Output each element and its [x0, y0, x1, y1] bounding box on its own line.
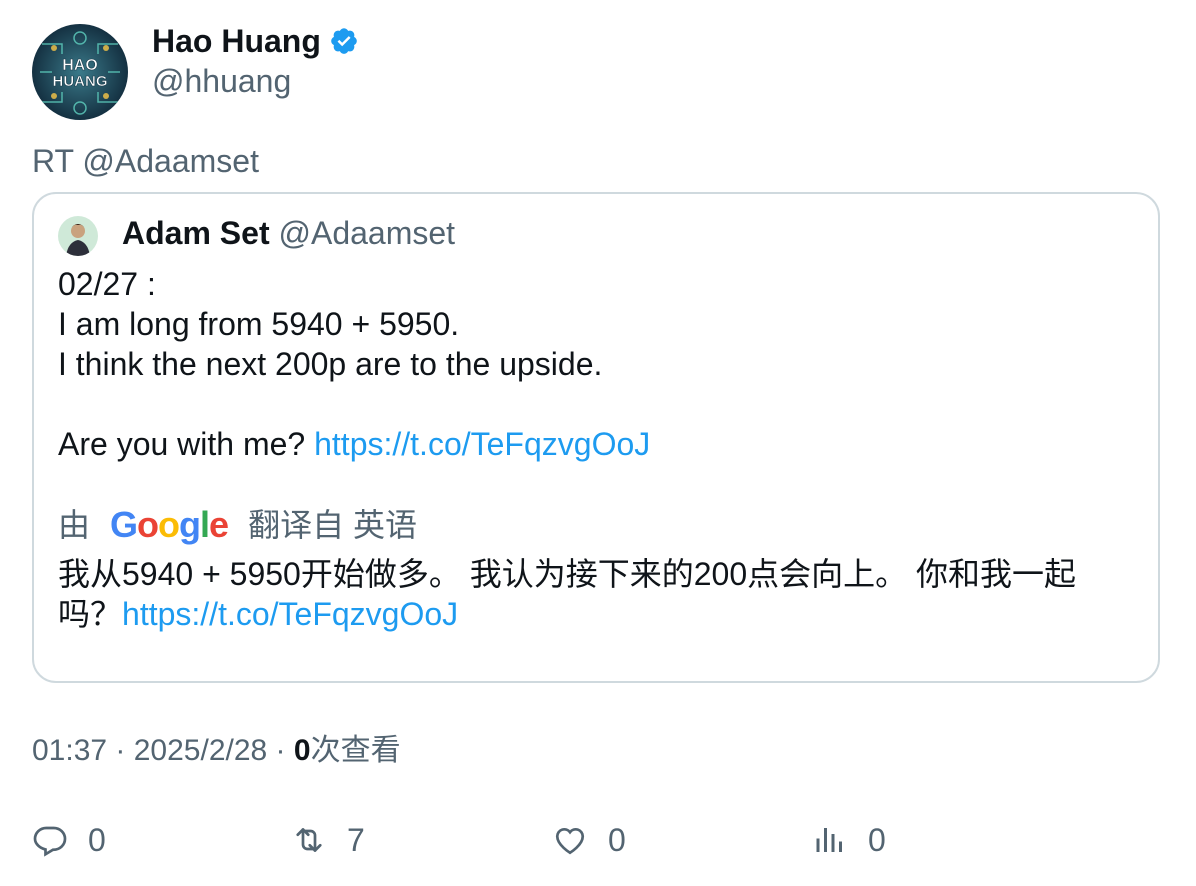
- reply-icon: [33, 826, 67, 857]
- quoted-text-last-line: Are you with me? https://t.co/TeFqzvgOoJ: [58, 424, 650, 464]
- quoted-author-avatar[interactable]: [58, 216, 98, 256]
- google-logo: Google: [110, 504, 229, 545]
- views-button[interactable]: 0: [812, 820, 886, 860]
- author-handle[interactable]: @hhuang: [152, 62, 291, 100]
- analytics-icon: [816, 828, 842, 852]
- avatar-text-line2: HUANG: [53, 73, 108, 90]
- meta-separator: ·: [107, 734, 134, 767]
- heart-icon: [555, 827, 585, 855]
- quoted-text-line: I am long from 5940 + 5950.: [58, 306, 460, 342]
- author-avatar[interactable]: HAO HUANG: [32, 24, 128, 120]
- verified-badge-icon: [331, 28, 357, 54]
- like-count: 0: [608, 821, 626, 858]
- translation-attribution: 由 Google 翻译自 英语: [58, 505, 417, 545]
- quoted-tweet-text: 02/27 : I am long from 5940 + 5950. I th…: [58, 264, 650, 464]
- views-count: 0: [293, 734, 311, 767]
- translated-line-2: 吗？https://t.co/TeFqzvgOoJ: [58, 594, 1076, 634]
- retweet-label: RT @Adaamset: [32, 143, 259, 179]
- retweet-count: 7: [347, 821, 365, 858]
- quoted-author-row[interactable]: Adam Set @Adaamset: [122, 214, 455, 252]
- views-label: 次查看: [310, 734, 401, 767]
- quoted-text-line: [58, 384, 650, 424]
- like-button[interactable]: 0: [552, 820, 626, 860]
- translated-line-2-prefix: 吗？: [58, 596, 123, 632]
- tweet-date[interactable]: 2025/2/28: [134, 734, 267, 767]
- views-action-count: 0: [868, 821, 886, 858]
- translated-link[interactable]: https://t.co/TeFqzvgOoJ: [122, 596, 458, 632]
- avatar-text-line1: HAO: [62, 57, 98, 74]
- retweet-icon: [296, 828, 322, 852]
- quoted-text-prefix: Are you with me?: [58, 426, 315, 462]
- tweet-meta: 01:37 · 2025/2/28 · 0次查看: [32, 732, 401, 770]
- translated-text: 我从5940 + 5950开始做多。 我认为接下来的200点会向上。 你和我一起…: [58, 554, 1076, 634]
- retweet-button[interactable]: 7: [291, 820, 365, 860]
- translation-prefix: 由: [58, 507, 91, 543]
- translated-line-1: 我从5940 + 5950开始做多。 我认为接下来的200点会向上。 你和我一起: [58, 556, 1077, 592]
- meta-separator: ·: [267, 734, 294, 767]
- quoted-text-line: I think the next 200p are to the upside.: [58, 346, 603, 382]
- quoted-tweet-link[interactable]: https://t.co/TeFqzvgOoJ: [314, 426, 650, 462]
- tweet-time[interactable]: 01:37: [32, 734, 107, 767]
- reply-button[interactable]: 0: [32, 820, 106, 860]
- author-name-row[interactable]: Hao Huang: [152, 22, 359, 60]
- quoted-author-handle[interactable]: @Adaamset: [278, 215, 455, 251]
- quoted-author-name[interactable]: Adam Set: [122, 215, 270, 251]
- quoted-text-line: 02/27 :: [58, 266, 156, 302]
- reply-count: 0: [88, 821, 106, 858]
- translation-suffix: 翻译自 英语: [248, 507, 417, 543]
- author-name[interactable]: Hao Huang: [152, 22, 321, 60]
